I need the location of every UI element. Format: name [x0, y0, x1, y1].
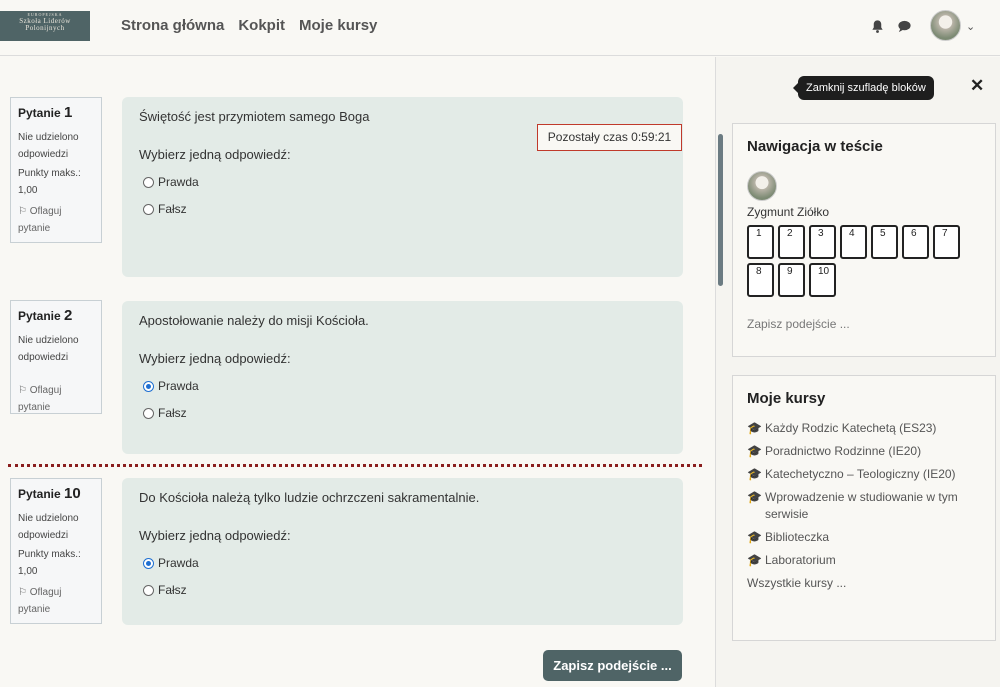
course-link[interactable]: 🎓 Laboratorium	[747, 552, 981, 569]
close-icon[interactable]: ✕	[970, 76, 984, 96]
graduation-cap-icon: 🎓	[747, 530, 762, 544]
graduation-cap-icon: 🎓	[747, 444, 762, 458]
flag-question-link[interactable]: ⚐ Oflaguj pytanie	[18, 584, 94, 618]
nav-dashboard-link[interactable]: Kokpit	[238, 17, 285, 34]
question-info-2: Pytanie 2 Nie udzielono odpowiedzi ⚐ Ofl…	[10, 300, 102, 414]
answer-option[interactable]: Prawda	[139, 175, 666, 189]
radio-button[interactable]	[143, 176, 154, 188]
flag-icon: ⚐	[18, 587, 27, 598]
course-link[interactable]: 🎓 Poradnictwo Rodzinne (IE20)	[747, 443, 981, 460]
user-avatar[interactable]	[930, 10, 961, 41]
answer-label: Fałsz	[158, 202, 187, 216]
question-grade: Punkty maks.: 1,00	[18, 168, 81, 196]
course-label: Katechetyczno – Teologiczny (IE20)	[765, 467, 956, 481]
flag-question-link[interactable]: ⚐ Oflaguj pytanie	[18, 382, 94, 416]
answer-label: Fałsz	[158, 583, 187, 597]
bell-icon[interactable]	[870, 19, 885, 34]
answer-label: Fałsz	[158, 406, 187, 420]
quiz-nav-button[interactable]: 1	[747, 225, 774, 259]
radio-button[interactable]	[143, 584, 154, 596]
answer-option[interactable]: Fałsz	[139, 202, 666, 216]
close-drawer-tooltip: Zamknij szufladę bloków	[793, 76, 934, 100]
primary-nav: Strona główna Kokpit Moje kursy	[121, 17, 377, 34]
finish-attempt-link[interactable]: Zapisz podejście ...	[747, 317, 981, 331]
answer-label: Prawda	[158, 556, 199, 570]
quiz-nav-button[interactable]: 5	[871, 225, 898, 259]
question-content-2: Apostołowanie należy do misji Kościoła. …	[122, 301, 683, 454]
question-text: Do Kościoła należą tylko ludzie ochrzcze…	[139, 490, 480, 505]
radio-button-checked[interactable]	[143, 557, 154, 569]
radio-button-checked[interactable]	[143, 380, 154, 392]
quiz-nav-button[interactable]: 7	[933, 225, 960, 259]
question-content-10: Do Kościoła należą tylko ludzie ochrzcze…	[122, 478, 683, 625]
answer-option[interactable]: Fałsz	[139, 583, 666, 597]
logo-line-3: Polonijnych	[25, 24, 65, 32]
graduation-cap-icon: 🎓	[747, 553, 762, 567]
answer-label: Prawda	[158, 379, 199, 393]
all-courses-link[interactable]: Wszystkie kursy ...	[747, 576, 981, 590]
graduation-cap-icon: 🎓	[747, 490, 762, 504]
question-separator	[8, 464, 702, 467]
course-label: Poradnictwo Rodzinne (IE20)	[765, 444, 922, 458]
course-label: Biblioteczka	[765, 530, 830, 544]
chevron-down-icon[interactable]: ⌄	[966, 20, 975, 33]
question-number: Pytanie 2	[18, 307, 73, 324]
site-logo[interactable]: Europejska Szkoła Liderów Polonijnych	[0, 11, 90, 41]
answer-option[interactable]: Prawda	[139, 379, 666, 393]
flag-icon: ⚐	[18, 385, 27, 396]
question-info-10: Pytanie 10 Nie udzielono odpowiedzi Punk…	[10, 478, 102, 624]
chat-icon[interactable]	[897, 19, 912, 34]
nav-home-link[interactable]: Strona główna	[121, 17, 224, 34]
answer-option[interactable]: Fałsz	[139, 406, 666, 420]
top-navbar: Europejska Szkoła Liderów Polonijnych St…	[0, 0, 1000, 56]
save-attempt-button[interactable]: Zapisz podejście ...	[543, 650, 682, 681]
quiz-navigation-block: Nawigacja w teście Zygmunt Ziółko 1 2 3 …	[732, 123, 996, 357]
quiz-nav-button[interactable]: 10	[809, 263, 836, 297]
nav-my-courses-link[interactable]: Moje kursy	[299, 17, 377, 34]
question-state: Nie udzielono odpowiedzi	[18, 132, 79, 160]
course-link[interactable]: 🎓 Biblioteczka	[747, 529, 981, 546]
question-grade: Punkty maks.: 1,00	[18, 549, 81, 577]
question-number: Pytanie 1	[18, 104, 73, 121]
question-state: Nie udzielono odpowiedzi	[18, 513, 79, 541]
graduation-cap-icon: 🎓	[747, 421, 762, 435]
quiz-nav-button[interactable]: 6	[902, 225, 929, 259]
quiz-nav-button[interactable]: 2	[778, 225, 805, 259]
radio-button[interactable]	[143, 407, 154, 419]
radio-button[interactable]	[143, 203, 154, 215]
question-state: Nie udzielono odpowiedzi	[18, 335, 79, 363]
flag-question-link[interactable]: ⚐ Oflaguj pytanie	[18, 203, 94, 237]
question-text: Apostołowanie należy do misji Kościoła.	[139, 313, 369, 328]
question-buttons: 1 2 3 4 5 6 7 8 9 10	[747, 225, 969, 297]
course-link[interactable]: 🎓 Każdy Rodzic Katechetą (ES23)	[747, 420, 981, 437]
question-number: Pytanie 10	[18, 485, 81, 502]
quiz-nav-button[interactable]: 8	[747, 263, 774, 297]
scrollbar[interactable]	[718, 134, 723, 286]
time-left-box: Pozostały czas 0:59:21	[537, 124, 682, 151]
course-label: Każdy Rodzic Katechetą (ES23)	[765, 421, 937, 435]
answer-option[interactable]: Prawda	[139, 556, 666, 570]
block-title: Nawigacja w teście	[747, 138, 883, 155]
question-text: Świętość jest przymiotem samego Boga	[139, 109, 370, 124]
course-label: Laboratorium	[765, 553, 836, 567]
graduation-cap-icon: 🎓	[747, 467, 762, 481]
answer-label: Prawda	[158, 175, 199, 189]
course-link[interactable]: 🎓 Katechetyczno – Teologiczny (IE20)	[747, 466, 981, 483]
answer-prompt: Wybierz jedną odpowiedź:	[139, 528, 291, 543]
user-avatar	[747, 171, 777, 201]
quiz-nav-button[interactable]: 3	[809, 225, 836, 259]
answer-prompt: Wybierz jedną odpowiedź:	[139, 351, 291, 366]
quiz-nav-button[interactable]: 4	[840, 225, 867, 259]
quiz-nav-button[interactable]: 9	[778, 263, 805, 297]
course-link[interactable]: 🎓 Wprowadzenie w studiowanie w tym serwis…	[747, 489, 981, 523]
flag-icon: ⚐	[18, 206, 27, 217]
block-title: Moje kursy	[747, 390, 826, 407]
course-label: Wprowadzenie w studiowanie w tym serwisi…	[765, 490, 958, 521]
my-courses-block: Moje kursy 🎓 Każdy Rodzic Katechetą (ES23…	[732, 375, 996, 641]
user-name: Zygmunt Ziółko	[747, 205, 830, 219]
question-info-1: Pytanie 1 Nie udzielono odpowiedzi Punkt…	[10, 97, 102, 243]
